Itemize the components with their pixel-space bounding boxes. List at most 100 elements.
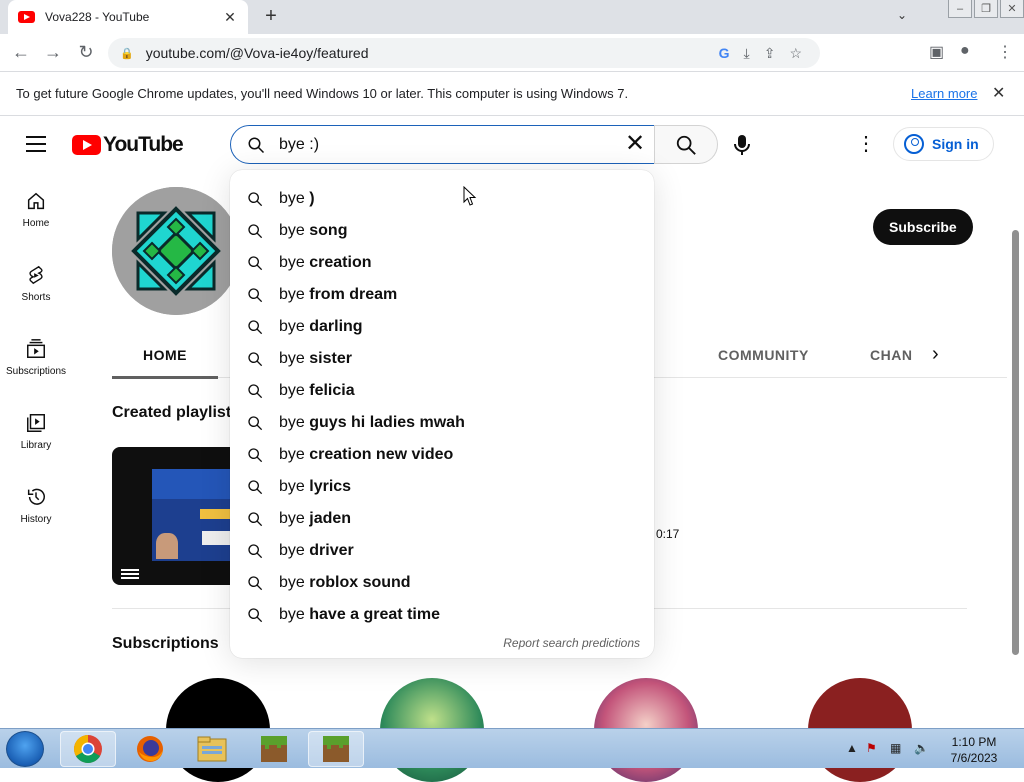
suggestion-item[interactable]: bye from dream [230,279,654,311]
forward-icon[interactable]: → [42,42,64,63]
settings-kebab-icon[interactable]: ⋮ [856,134,876,154]
network-icon[interactable]: ▦ [890,741,901,755]
browser-tab[interactable]: Vova228 - YouTube ✕ [8,0,248,34]
suggestion-completion: from dream [304,286,398,303]
folder-icon [197,736,227,762]
suggestion-item[interactable]: bye driver [230,535,654,567]
geometry-dash-icon [112,187,240,315]
profile-icon[interactable]: ● [960,42,970,60]
window-close-icon[interactable]: ✕ [1000,0,1024,18]
clock-date: 7/6/2023 [950,751,998,765]
search-box[interactable]: ✕ [230,125,655,164]
browser-toolbar: ← → ↻ 🔒 youtube.com/@Vova-ie4oy/featured… [0,34,1024,72]
suggestion-item[interactable]: bye creation new video [230,439,654,471]
taskbar-firefox[interactable] [122,731,178,767]
taskbar-chrome[interactable] [60,731,116,767]
page-scrollbar[interactable] [1012,230,1019,655]
start-button[interactable] [6,731,44,767]
playlist-thumbnail[interactable] [112,447,242,585]
bookmark-star-icon[interactable]: ☆ [789,45,802,62]
youtube-logo[interactable]: YouTube [72,133,184,157]
suggestion-item[interactable]: bye lyrics [230,471,654,503]
lock-icon[interactable]: 🔒 [120,47,134,60]
action-center-icon[interactable]: ⚑ [866,741,877,755]
suggestion-prefix: bye [279,318,305,335]
active-tab-indicator [112,376,218,379]
search-icon [248,448,263,463]
reload-icon[interactable]: ↻ [75,42,97,63]
search-icon [248,192,263,207]
suggestion-completion: song [304,222,348,239]
tabs-scroll-right-icon[interactable]: › [932,343,939,366]
taskbar-minecraft-1[interactable] [246,731,302,767]
share-icon[interactable]: ⇪ [764,45,776,62]
suggestion-item[interactable]: bye felicia [230,375,654,407]
report-predictions-link[interactable]: Report search predictions [503,636,640,650]
address-bar[interactable]: 🔒 youtube.com/@Vova-ie4oy/featured G ⤓ ⇪… [108,38,820,68]
subscribe-button[interactable]: Subscribe [873,209,973,245]
tab-channels[interactable]: CHANI [870,347,912,363]
suggestion-item[interactable]: bye darling [230,311,654,343]
tab-search-icon[interactable]: ⌄ [897,8,907,22]
volume-icon[interactable]: 🔈 [914,741,929,755]
taskbar-minecraft-2[interactable] [308,731,364,767]
search-input[interactable] [279,135,599,154]
suggestion-prefix: bye [279,414,305,431]
suggestion-item[interactable]: bye sister [230,343,654,375]
minimize-icon[interactable]: ‒ [948,0,972,18]
side-panel-icon[interactable]: ▣ [929,42,944,62]
tab-community[interactable]: COMMUNITY [718,347,809,363]
infobar-close-icon[interactable]: ✕ [992,83,1005,103]
clear-search-icon[interactable]: ✕ [622,132,648,156]
channel-avatar[interactable] [112,187,240,315]
suggestion-item[interactable]: bye roblox sound [230,567,654,599]
search-icon [248,576,263,591]
search-icon [676,135,696,155]
suggestion-prefix: bye [279,222,305,239]
suggestion-item[interactable]: bye song [230,215,654,247]
suggestion-item[interactable]: bye jaden [230,503,654,535]
google-lens-icon[interactable]: G [719,45,730,61]
tab-title: Vova228 - YouTube [45,10,150,24]
suggestion-item[interactable]: bye guys hi ladies mwah [230,407,654,439]
search-icon [248,288,263,303]
microphone-icon[interactable] [733,134,751,161]
suggestion-prefix: bye [279,606,305,623]
suggestion-item[interactable]: bye have a great time [230,599,654,631]
menu-icon[interactable] [26,136,46,157]
suggestion-prefix: bye [279,478,305,495]
show-hidden-icons[interactable]: ▲ [846,741,858,755]
suggestion-completion: sister [304,350,352,367]
install-app-icon[interactable]: ⤓ [744,45,750,62]
youtube-favicon-icon [18,11,35,23]
search-icon [248,480,263,495]
suggestion-completion: creation new video [304,446,454,463]
search-icon [248,320,263,335]
suggestion-completion: felicia [304,382,355,399]
taskbar-explorer[interactable] [184,731,240,767]
sign-in-label: Sign in [932,136,979,152]
suggestion-completion: lyrics [304,478,352,495]
video-screenshot [152,469,242,561]
suggestion-item[interactable]: bye ) [230,183,654,215]
chrome-menu-icon[interactable]: ⋮ [997,42,1013,62]
restore-icon[interactable]: ❐ [974,0,998,18]
suggestion-item[interactable]: bye creation [230,247,654,279]
update-infobar: To get future Google Chrome updates, you… [0,72,1024,116]
sign-in-button[interactable]: Sign in [893,127,994,161]
youtube-wordmark: YouTube [103,133,184,156]
system-clock[interactable]: 1:10 PM 7/6/2023 [944,734,1004,766]
playlists-heading: Created playlists [112,404,241,421]
suggestion-prefix: bye [279,574,305,591]
tab-close-icon[interactable]: ✕ [222,9,238,26]
back-icon[interactable]: ← [10,42,32,63]
url-text: youtube.com/@Vova-ie4oy/featured [145,45,369,61]
new-tab-button[interactable]: + [260,6,282,26]
learn-more-link[interactable]: Learn more [911,86,977,101]
search-button[interactable] [654,125,718,164]
suggestion-prefix: bye [279,382,305,399]
suggestion-prefix: bye [279,350,305,367]
suggestion-prefix: bye [279,510,305,527]
tab-home[interactable]: HOME [143,347,187,363]
search-icon [248,352,263,367]
